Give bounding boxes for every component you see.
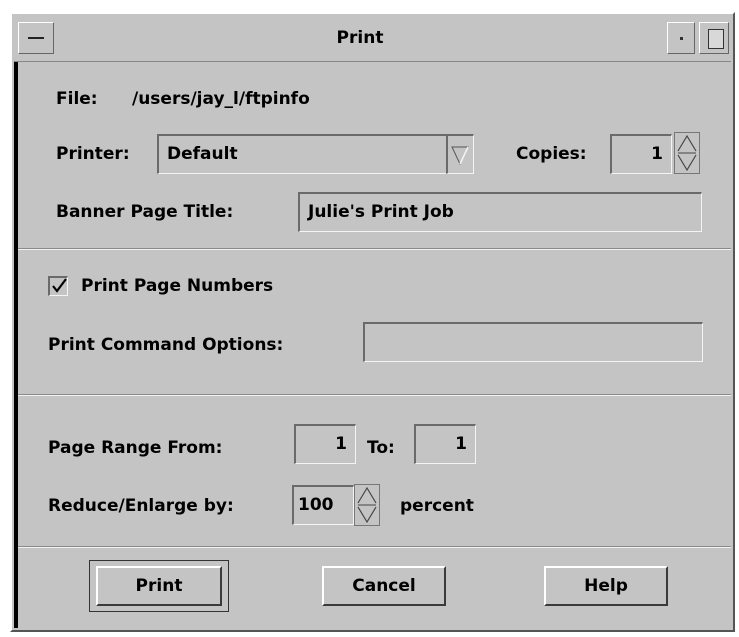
minimize-button[interactable] bbox=[667, 22, 695, 54]
checkmark-icon bbox=[52, 278, 67, 293]
spinner-arrows-icon bbox=[677, 134, 697, 172]
file-path: /users/jay_l/ftpinfo bbox=[132, 89, 310, 109]
section-divider bbox=[18, 546, 731, 548]
print-page-numbers-checkbox[interactable] bbox=[48, 276, 68, 296]
maximize-button[interactable] bbox=[699, 22, 729, 54]
section-divider bbox=[18, 248, 731, 250]
percent-unit-label: percent bbox=[400, 496, 474, 516]
banner-title-input[interactable]: Julie's Print Job bbox=[298, 192, 702, 232]
window-left-border bbox=[14, 62, 18, 628]
copies-input[interactable]: 1 bbox=[610, 134, 672, 174]
window-menu-button[interactable] bbox=[18, 22, 54, 54]
window-title: Print bbox=[336, 28, 384, 48]
print-button[interactable]: Print bbox=[96, 566, 222, 606]
reduce-enlarge-spinner[interactable] bbox=[354, 484, 380, 526]
printer-label: Printer: bbox=[56, 144, 130, 164]
command-options-input[interactable] bbox=[363, 322, 703, 362]
copies-label: Copies: bbox=[516, 144, 587, 164]
banner-title-label: Banner Page Title: bbox=[56, 202, 234, 222]
dropdown-arrow-icon bbox=[451, 146, 469, 166]
printer-select[interactable]: Default bbox=[157, 134, 447, 174]
file-label: File: bbox=[56, 89, 98, 109]
print-page-numbers-label: Print Page Numbers bbox=[81, 276, 274, 296]
page-range-from-input[interactable]: 1 bbox=[294, 424, 356, 464]
reduce-enlarge-input[interactable]: 100 bbox=[292, 485, 354, 525]
cancel-button[interactable]: Cancel bbox=[322, 566, 446, 606]
command-options-label: Print Command Options: bbox=[48, 335, 284, 355]
page-range-from-label: Page Range From: bbox=[48, 438, 223, 458]
page-range-to-input[interactable]: 1 bbox=[414, 424, 476, 464]
copies-spinner[interactable] bbox=[674, 132, 700, 174]
printer-dropdown-button[interactable] bbox=[446, 134, 474, 174]
spinner-arrows-icon bbox=[357, 486, 377, 524]
help-button[interactable]: Help bbox=[544, 566, 668, 606]
reduce-enlarge-label: Reduce/Enlarge by: bbox=[48, 496, 234, 516]
page-range-to-label: To: bbox=[367, 438, 395, 458]
section-divider bbox=[18, 394, 731, 396]
